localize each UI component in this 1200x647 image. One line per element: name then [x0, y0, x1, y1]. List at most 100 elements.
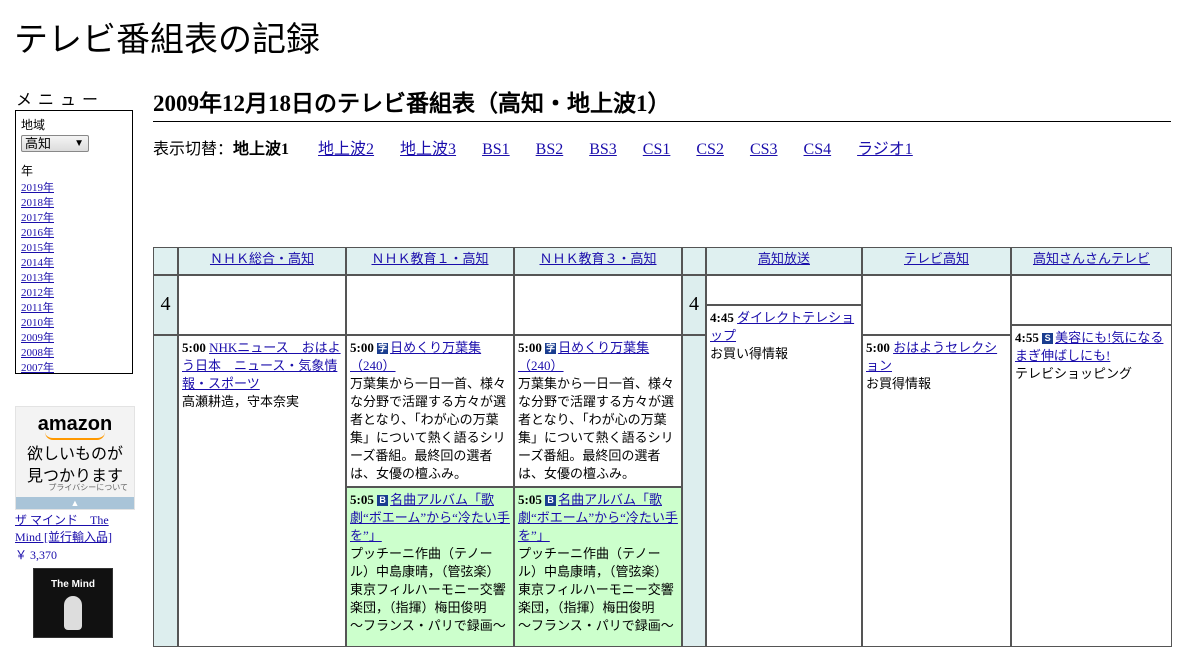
program-time: 5:00	[866, 340, 890, 355]
hour-label: 4	[682, 275, 706, 335]
site-title: テレビ番組表の記録	[14, 21, 320, 59]
caption-icon: 字	[545, 343, 557, 354]
program-description: お買い得情報	[710, 346, 789, 361]
switcher-label: 表示切替：	[153, 141, 234, 158]
broadcast-mark-icon: B	[545, 495, 557, 506]
program-entry: 5:00 NHKニュース おはよう日本 ニュース・気象情報・スポーツ 高瀬耕造，…	[178, 335, 346, 647]
channel-link-nhk-general[interactable]: ＮＨＫ総合・高知	[210, 251, 314, 266]
hour-label: 4	[153, 275, 178, 335]
channel-header: ＮＨＫ総合・高知	[178, 247, 346, 275]
switch-link-cs2[interactable]: CS2	[696, 141, 724, 158]
program-entry: 5:00 字日めくり万葉集（240） 万葉集から一日一首、様々な分野で活躍する方…	[514, 335, 682, 487]
product-image[interactable]: The Mind	[33, 568, 113, 638]
year-link-2019[interactable]: 2019年	[21, 182, 54, 194]
ad-line-1: 欲しいものが	[26, 446, 123, 463]
empty-slot	[1011, 275, 1172, 325]
program-description: テレビショッピング	[1015, 366, 1133, 381]
switch-link-terrestrial-2[interactable]: 地上波2	[318, 141, 374, 158]
program-time: 4:45	[710, 310, 734, 325]
year-link-2009[interactable]: 2009年	[21, 332, 54, 344]
program-entry: 4:55 S 美容にも!気になるまぎ伸ばしにも! テレビショッピング	[1011, 325, 1172, 647]
amazon-ad[interactable]: amazon 欲しいものが 見つかります プライバシーについて ▲	[15, 406, 135, 510]
switch-link-radio1[interactable]: ラジオ1	[857, 141, 913, 158]
channel-link-sansan-tv[interactable]: 高知さんさんテレビ	[1033, 251, 1150, 266]
program-grid: ＮＨＫ総合・高知 ＮＨＫ教育１・高知 ＮＨＫ教育３・高知 高知放送 テレビ高知 …	[153, 247, 1172, 647]
switcher-current: 地上波1	[233, 141, 290, 158]
year-link-2007[interactable]: 2007年	[21, 362, 54, 374]
product-price: ￥ 3,370	[15, 548, 58, 562]
year-list: 2019年 2018年 2017年 2016年 2015年 2014年 2013…	[21, 181, 127, 376]
menu-heading: メニュー	[16, 92, 105, 109]
channel-link-nhk-edu1[interactable]: ＮＨＫ教育１・高知	[371, 251, 488, 266]
program-time: 4:55	[1015, 330, 1039, 345]
program-entry: 5:05 B 名曲アルバム「歌劇“ボエーム”から“冷たい手を”」 プッチーニ作曲（…	[346, 487, 514, 647]
ad-collapse-icon[interactable]: ▲	[16, 497, 134, 509]
channel-link-tv-kochi[interactable]: テレビ高知	[904, 251, 969, 266]
empty-slot	[706, 275, 862, 305]
menu-box: 地域 高知 ▼ 年 2019年 2018年 2017年 2016年 2015年 …	[15, 110, 133, 374]
channel-header: 高知放送	[706, 247, 862, 275]
hour-cell-next	[682, 335, 706, 647]
program-description: 万葉集から一日一首、様々な分野で活躍する方々が選者となり、「わが心の万葉集」につ…	[350, 376, 507, 481]
program-entry: 5:05 B 名曲アルバム「歌劇“ボエーム”から“冷たい手を”」 プッチーニ作曲（…	[514, 487, 682, 647]
caption-icon: 字	[377, 343, 389, 354]
program-description: 高瀬耕造，守本奈実	[182, 394, 300, 409]
program-title-link[interactable]: 名曲アルバム「歌劇“ボエーム”から“冷たい手を”」	[350, 492, 510, 543]
program-time: 5:00	[350, 340, 374, 355]
program-description: お買得情報	[866, 376, 932, 391]
hour-cell-next	[153, 335, 178, 647]
region-select[interactable]: 高知 ▼	[21, 135, 89, 152]
header-corner-mid	[682, 247, 706, 275]
page-title: 2009年12月18日のテレビ番組表（高知・地上波1）	[153, 84, 1171, 122]
program-entry: 5:00 おはようセレクション お買得情報	[862, 335, 1011, 647]
year-link-2016[interactable]: 2016年	[21, 227, 54, 239]
switch-link-bs2[interactable]: BS2	[536, 141, 564, 158]
year-link-2013[interactable]: 2013年	[21, 272, 54, 284]
year-link-2011[interactable]: 2011年	[21, 302, 54, 314]
program-entry: 4:45 ダイレクトテレショップ お買い得情報	[706, 305, 862, 647]
bunny-icon	[64, 596, 82, 630]
program-description: 万葉集から一日一首、様々な分野で活躍する方々が選者となり、「わが心の万葉集」につ…	[518, 376, 675, 481]
switch-link-cs3[interactable]: CS3	[750, 141, 778, 158]
switch-link-cs1[interactable]: CS1	[643, 141, 671, 158]
channel-header: ＮＨＫ教育１・高知	[346, 247, 514, 275]
header-corner-left	[153, 247, 178, 275]
region-label: 地域	[21, 118, 46, 132]
product-image-title: The Mind	[51, 579, 95, 590]
channel-header: 高知さんさんテレビ	[1011, 247, 1172, 275]
year-link-2014[interactable]: 2014年	[21, 257, 54, 269]
switch-link-cs4[interactable]: CS4	[804, 141, 832, 158]
empty-slot	[346, 275, 514, 335]
channel-switcher: 表示切替：地上波1 地上波2 地上波3 BS1 BS2 BS3 CS1 CS2 …	[153, 135, 913, 159]
year-link-2017[interactable]: 2017年	[21, 212, 54, 224]
program-time: 5:05	[350, 492, 374, 507]
year-label: 年	[21, 164, 34, 178]
switch-link-bs1[interactable]: BS1	[482, 141, 510, 158]
channel-header: テレビ高知	[862, 247, 1011, 275]
year-link-2018[interactable]: 2018年	[21, 197, 54, 209]
program-title-link[interactable]: 名曲アルバム「歌劇“ボエーム”から“冷たい手を”」	[518, 492, 678, 543]
product-name-link[interactable]: ザ マインド The Mind [並行輸入品]	[15, 512, 135, 546]
region-select-value: 高知	[25, 136, 52, 151]
program-description: プッチーニ作曲（テノール）中島康晴，（管弦楽）東京フィルハーモニー交響楽団，（指…	[518, 546, 674, 633]
switch-link-bs3[interactable]: BS3	[589, 141, 617, 158]
switch-link-terrestrial-3[interactable]: 地上波3	[400, 141, 456, 158]
broadcast-mark-icon: B	[377, 495, 389, 506]
ad-privacy-link[interactable]: プライバシーについて	[48, 482, 128, 493]
program-entry: 5:00 字日めくり万葉集（240） 万葉集から一日一首、様々な分野で活躍する方…	[346, 335, 514, 487]
amazon-logo: amazon	[37, 413, 113, 435]
program-title-link[interactable]: NHKニュース おはよう日本 ニュース・気象情報・スポーツ	[182, 340, 341, 391]
channel-link-nhk-edu3[interactable]: ＮＨＫ教育３・高知	[539, 251, 656, 266]
year-link-2010[interactable]: 2010年	[21, 317, 54, 329]
channel-link-kochi-hoso[interactable]: 高知放送	[758, 251, 810, 266]
program-description: プッチーニ作曲（テノール）中島康晴，（管弦楽）東京フィルハーモニー交響楽団，（指…	[350, 546, 506, 633]
program-time: 5:00	[518, 340, 542, 355]
program-time: 5:05	[518, 492, 542, 507]
empty-slot	[178, 275, 346, 335]
year-link-2012[interactable]: 2012年	[21, 287, 54, 299]
channel-header: ＮＨＫ教育３・高知	[514, 247, 682, 275]
empty-slot	[862, 275, 1011, 335]
year-link-2008[interactable]: 2008年	[21, 347, 54, 359]
year-link-2015[interactable]: 2015年	[21, 242, 54, 254]
dropdown-arrow-icon: ▼	[74, 138, 84, 149]
